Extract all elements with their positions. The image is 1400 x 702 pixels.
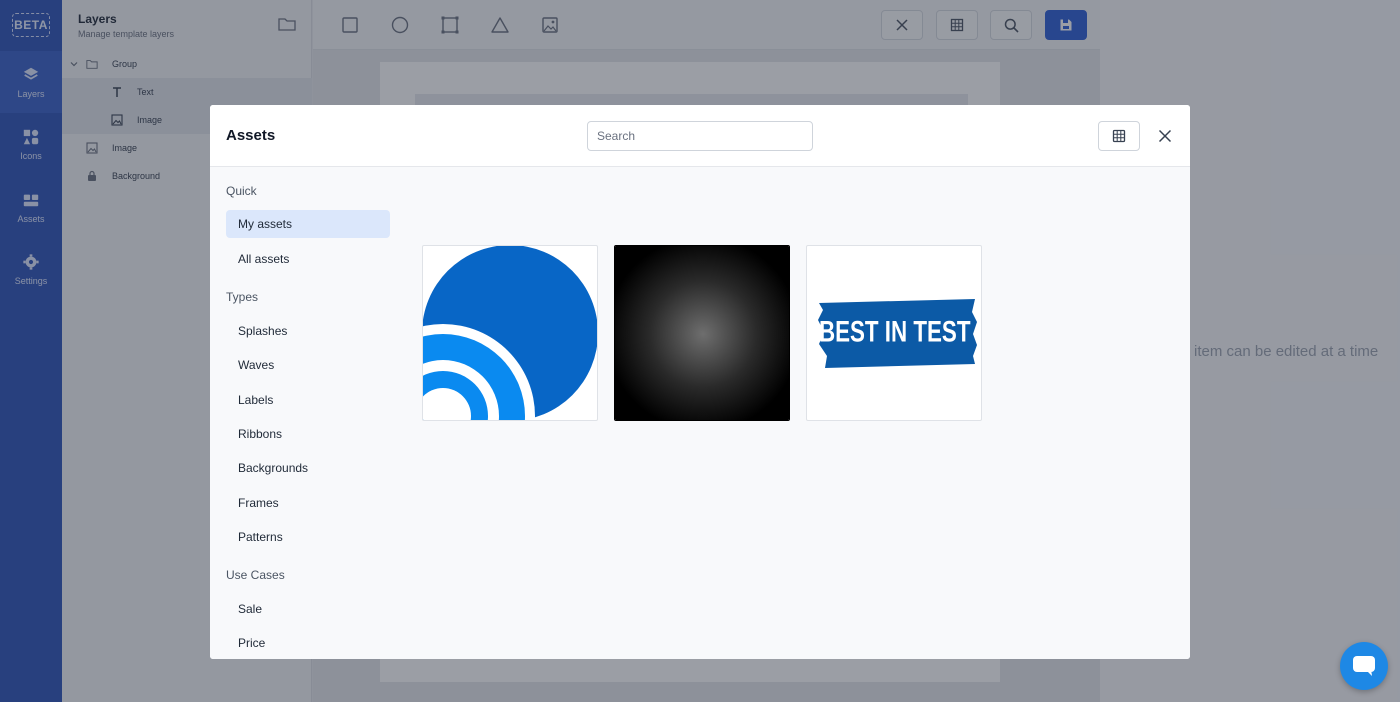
modal-header: Assets	[210, 105, 1190, 167]
category-patterns[interactable]: Patterns	[226, 523, 390, 551]
grid-icon	[1112, 129, 1126, 143]
assets-modal: Assets Quick My assets All assets Types …	[210, 105, 1190, 659]
category-heading-types: Types	[226, 290, 259, 304]
ribbon-text: BEST IN TEST	[819, 314, 971, 348]
category-heading-quick: Quick	[226, 184, 257, 198]
search-input[interactable]	[587, 121, 813, 151]
asset-thumbnail-ribbon[interactable]: BEST IN TEST	[806, 245, 982, 421]
category-backgrounds[interactable]: Backgrounds	[226, 454, 390, 482]
asset-thumbnail-gradient[interactable]	[614, 245, 790, 421]
modal-title: Assets	[226, 127, 276, 144]
category-sale[interactable]: Sale	[226, 595, 390, 623]
blue-waves-graphic	[423, 246, 597, 420]
chat-icon	[1353, 656, 1375, 676]
category-labels[interactable]: Labels	[226, 386, 390, 414]
modal-body: Quick My assets All assets Types Splashe…	[210, 167, 1190, 659]
category-my-assets[interactable]: My assets	[226, 210, 390, 238]
category-frames[interactable]: Frames	[226, 489, 390, 517]
category-heading-use-cases: Use Cases	[226, 568, 285, 582]
modal-close-button[interactable]	[1154, 125, 1176, 147]
category-waves[interactable]: Waves	[226, 351, 390, 379]
category-price[interactable]: Price	[226, 629, 390, 657]
chat-launcher-button[interactable]	[1340, 642, 1388, 690]
view-toggle-button[interactable]	[1098, 121, 1140, 151]
close-icon	[1158, 129, 1172, 143]
category-ribbons[interactable]: Ribbons	[226, 420, 390, 448]
radial-gradient-graphic	[615, 246, 789, 420]
category-all-assets[interactable]: All assets	[226, 245, 390, 273]
ribbon-label-graphic: BEST IN TEST	[818, 299, 977, 368]
asset-thumbnail-waves[interactable]	[422, 245, 598, 421]
category-splashes[interactable]: Splashes	[226, 317, 390, 345]
